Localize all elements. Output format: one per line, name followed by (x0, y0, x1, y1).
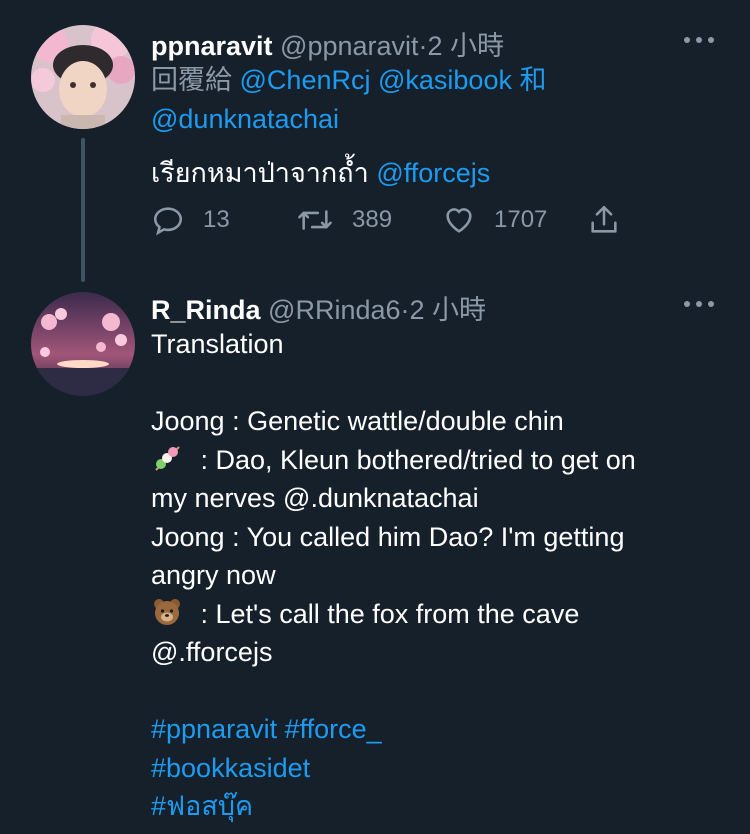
like-count: 1707 (494, 206, 548, 233)
user-handle[interactable]: @RRinda6 (268, 295, 400, 325)
text-line: @.fforcejs (151, 637, 273, 667)
text-line-dango: : Dao, Kleun bothered/tried to get on (151, 441, 636, 480)
hashtag-fosbook[interactable]: #ฟอสบุ๊ค (151, 787, 636, 826)
hashtag-line: #ppnaravit #fforce_ (151, 710, 636, 749)
avatar-ppnaravit[interactable] (31, 25, 135, 129)
thread-line (81, 138, 85, 282)
reply-button[interactable]: 13 (151, 203, 230, 237)
hashtag-bookkasidet[interactable]: #bookkasidet (151, 749, 636, 788)
tweet-2-text: Translation Joong : Genetic wattle/doubl… (151, 325, 636, 826)
avatar-rrinda6[interactable] (31, 292, 135, 396)
share-button[interactable] (587, 203, 639, 237)
display-name[interactable]: ppnaravit (151, 31, 273, 61)
display-name[interactable]: R_Rinda (151, 295, 261, 325)
reply-icon (153, 207, 183, 236)
text-line: angry now (151, 560, 276, 590)
mention-kasibook[interactable]: @kasibook (378, 65, 512, 95)
tweet-1-actions: 13 389 1707 (151, 203, 631, 243)
tweet-1-text: เรียกหมาป่าจากถ้ำ @fforcejs (151, 154, 490, 193)
retweet-icon (298, 210, 332, 230)
share-icon (591, 205, 617, 233)
reply-prefix: 回覆給 (151, 65, 232, 95)
like-button[interactable]: 1707 (442, 203, 547, 237)
tweet-text: เรียกหมาป่าจากถ้ำ (151, 158, 369, 188)
tweet-1[interactable]: ppnaravit @ppnaravit·2 小時 回覆給 @ChenRcj @… (0, 0, 750, 290)
tweet-1-header: ppnaravit @ppnaravit·2 小時 (151, 24, 504, 63)
retweet-count: 389 (352, 206, 393, 233)
more-icon[interactable] (684, 35, 714, 45)
retweet-button[interactable]: 389 (296, 203, 392, 237)
mention-fforcejs[interactable]: @fforcejs (376, 158, 490, 188)
hashtag-fforce[interactable]: #fforce_ (285, 714, 382, 744)
text-line: Joong : You called him Dao? I'm getting (151, 521, 625, 552)
timestamp[interactable]: 2 小時 (410, 295, 487, 325)
text-line: Joong : Genetic wattle/double chin (151, 406, 564, 436)
reply-count: 13 (203, 206, 230, 233)
separator-dot: · (418, 31, 428, 61)
mention-chenrcj[interactable]: @ChenRcj (240, 65, 371, 95)
dango-emoji-icon (155, 445, 180, 471)
text-line: my nerves @.dunknatachai (151, 483, 479, 513)
more-icon[interactable] (684, 299, 714, 309)
tweet-2[interactable]: R_Rinda @RRinda6·2 小時 Translation Joong … (0, 290, 750, 834)
reply-to-line: 回覆給 @ChenRcj @kasibook 和 @dunknatachai (151, 61, 546, 138)
user-handle[interactable]: @ppnaravit (280, 31, 418, 61)
reply-and: 和 (519, 65, 547, 95)
timestamp[interactable]: 2 小時 (428, 31, 505, 61)
text-line-bear: : Let's call the fox from the cave (151, 595, 636, 634)
heart-icon (446, 208, 472, 233)
bear-emoji-icon (154, 598, 180, 625)
hashtag-ppnaravit[interactable]: #ppnaravit (151, 714, 277, 744)
tweet-2-header: R_Rinda @RRinda6·2 小時 (151, 288, 486, 327)
text-line: Translation (151, 329, 284, 359)
mention-dunknatachai[interactable]: @dunknatachai (151, 104, 339, 134)
separator-dot: · (400, 295, 410, 325)
